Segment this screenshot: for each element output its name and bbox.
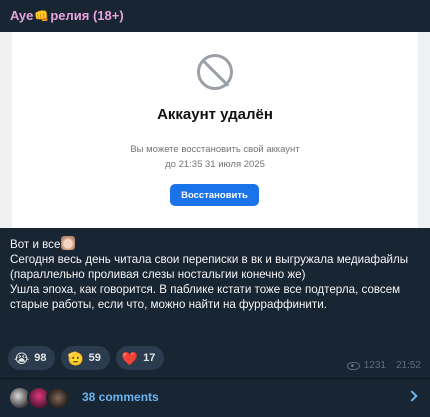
reactions-bar: 😭 98 🫡 59 ❤️ 17 [8,346,165,370]
custom-cat-emoji-icon [61,236,76,250]
channel-name-suffix: релия (18+) [50,8,124,23]
restore-info: Вы можете восстановить свой аккаунт до 2… [0,142,430,172]
commenter-avatar [46,386,70,410]
account-deleted-title: Аккаунт удалён [157,106,273,123]
restore-info-line2: до 21:35 31 июля 2025 [165,159,265,170]
reaction-crying[interactable]: 😭 98 [8,346,56,370]
reaction-count: 98 [34,352,47,364]
comments-count-link[interactable]: 38 comments [82,390,159,404]
fist-emoji-icon: 👊 [34,8,50,23]
comments-bar[interactable]: 38 comments [0,379,430,417]
views-eye-icon [346,361,360,370]
post-time: 21:52 [395,360,421,371]
post-meta: 1231 21:52 [346,360,421,371]
message-paragraph-2: Ушла эпоха, как говорится. В паблике кст… [10,283,401,311]
saluting-face-icon: 🫡 [67,350,84,366]
reaction-salute[interactable]: 🫡 59 [61,346,110,370]
chevron-right-icon[interactable] [406,390,418,402]
restore-info-line1: Вы можете восстановить свой аккаунт [130,144,300,155]
post-image[interactable]: Аккаунт удалён Вы можете восстановить св… [0,32,430,228]
reaction-count: 17 [143,352,156,364]
reaction-heart[interactable]: ❤️ 17 [115,346,165,370]
restore-button: Восстановить [170,184,259,206]
message-paragraph-1: Сегодня весь день читала свои переписки … [10,253,409,281]
prohibited-icon [197,54,233,90]
channel-name[interactable]: Aye 👊 релия (18+) [10,8,124,23]
message-line-first: Вот и все [10,236,422,252]
red-heart-icon: ❤️ [121,350,139,366]
channel-name-prefix: Aye [10,8,34,23]
crying-face-icon: 😭 [14,350,30,366]
channel-post: Aye 👊 релия (18+) Аккаунт удалён Вы може… [0,0,430,417]
message-first-text: Вот и все [10,238,61,251]
message-text: Вот и все Сегодня весь день читала свои … [10,236,422,312]
view-count: 1231 [363,360,386,371]
reaction-count: 59 [88,352,101,364]
